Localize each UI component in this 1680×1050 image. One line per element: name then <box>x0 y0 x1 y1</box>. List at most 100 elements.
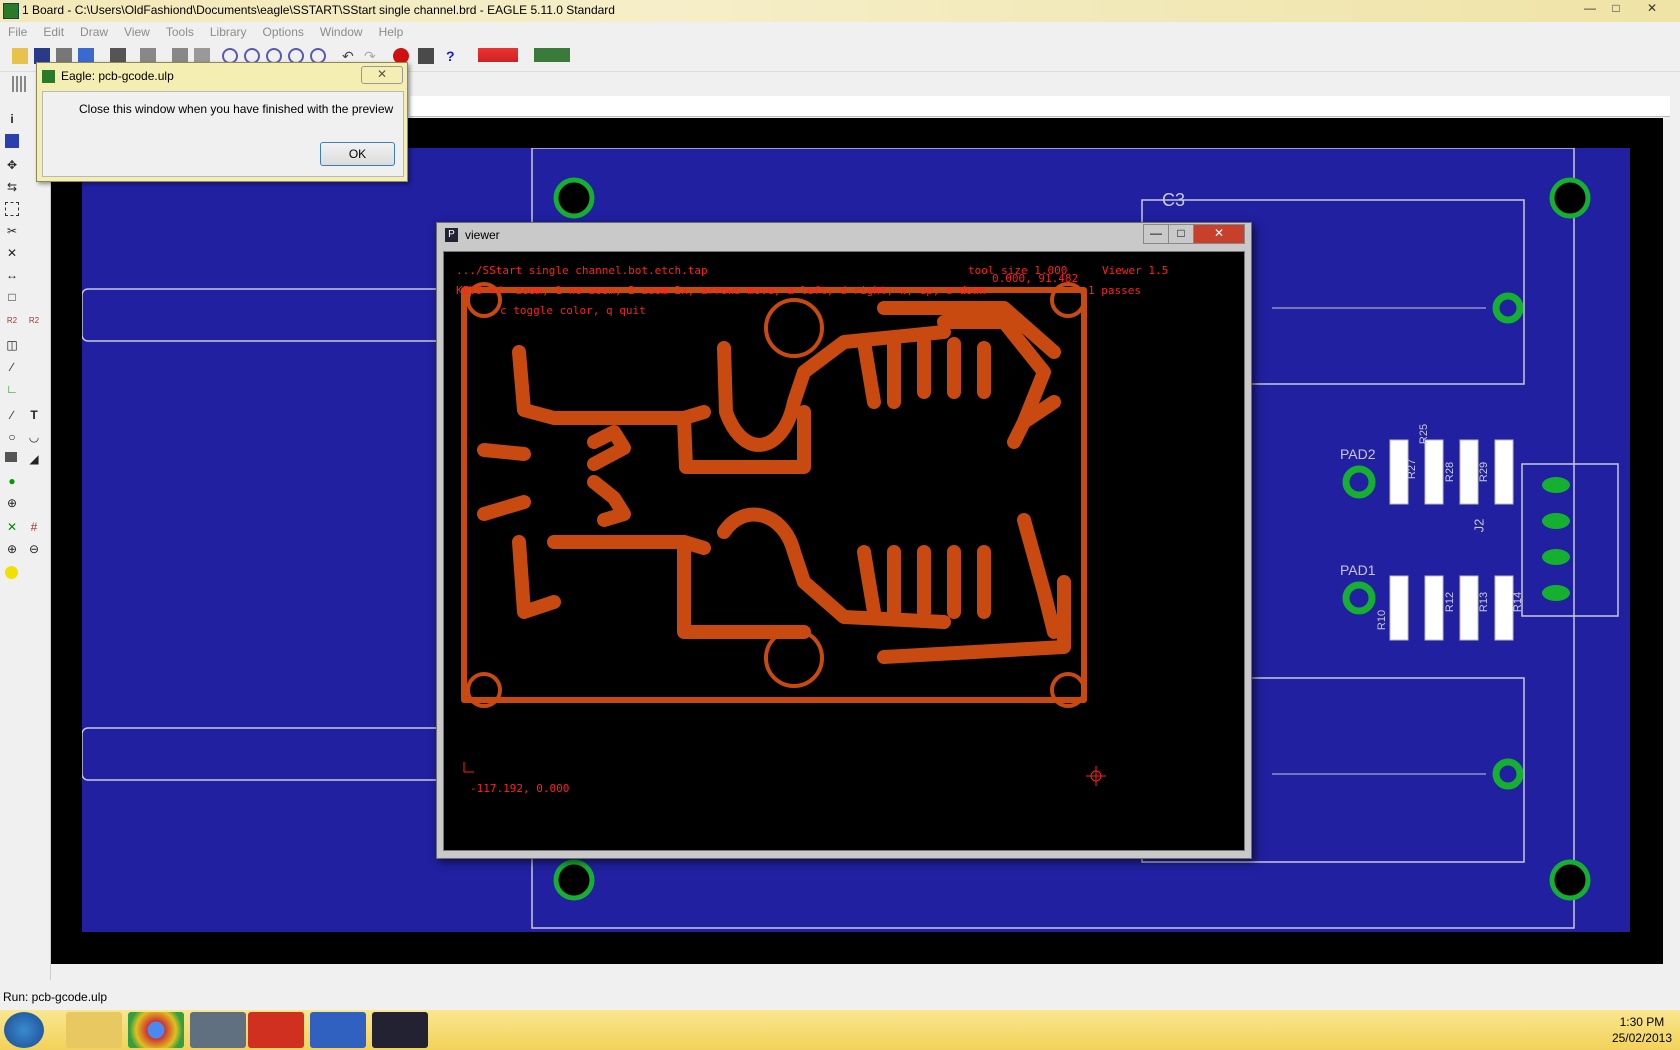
label-r14: R14 <box>1512 591 1525 613</box>
viewer-minimize-button[interactable]: — <box>1143 224 1169 244</box>
chrome-taskbar-icon[interactable] <box>128 1012 184 1048</box>
processing-taskbar-icon[interactable] <box>372 1012 428 1048</box>
ratsnest-icon[interactable]: ✕ <box>5 520 19 534</box>
label-c3: C3 <box>1162 190 1186 210</box>
dialog-body: Close this window when you have finished… <box>42 91 404 177</box>
pcb-gcode-dialog: Eagle: pcb-gcode.ulp ✕ Close this window… <box>36 62 408 182</box>
viewer-coord-bottom: -117.192, 0.000 <box>470 782 570 795</box>
miter-icon[interactable]: ∕ <box>5 360 19 374</box>
status-bar: Run: pcb-gcode.ulp <box>0 980 1680 1010</box>
menu-edit[interactable]: Edit <box>35 22 72 39</box>
label-r27: R27 <box>1406 458 1419 480</box>
label-j2: J2 <box>1471 518 1487 533</box>
minimize-button[interactable]: — <box>1578 1 1602 17</box>
circle-icon[interactable]: ○ <box>5 430 19 444</box>
menu-view[interactable]: View <box>116 22 158 39</box>
eagle-dialog-icon <box>42 70 55 83</box>
label-r25: R25 <box>1418 423 1431 445</box>
label-r10: R10 <box>1376 609 1389 631</box>
window-title: 1 Board - C:\Users\OldFashiond\Documents… <box>22 3 615 17</box>
restore-button[interactable]: □ <box>1604 1 1628 17</box>
go-icon[interactable] <box>418 48 434 64</box>
status-text: Run: pcb-gcode.ulp <box>3 990 108 1004</box>
label-r13: R13 <box>1478 591 1491 613</box>
eagle-taskbar-icon[interactable] <box>248 1012 304 1048</box>
grid-toggle-icon[interactable] <box>12 76 28 92</box>
menu-file[interactable]: File <box>0 22 35 39</box>
label-r12: R12 <box>1444 591 1457 613</box>
lock-icon[interactable]: □ <box>5 290 19 304</box>
viewer-keys-line2: c toggle color, q quit <box>500 304 646 317</box>
autorouter-icon[interactable]: # <box>27 520 41 534</box>
menu-library[interactable]: Library <box>202 22 255 39</box>
info-icon[interactable]: i <box>5 112 19 126</box>
group-icon[interactable] <box>5 202 19 216</box>
move-icon[interactable]: ✥ <box>5 158 19 172</box>
menu-help[interactable]: Help <box>371 22 412 39</box>
mirror-icon[interactable]: ⇆ <box>5 180 19 194</box>
drc-icon[interactable]: ⊕ <box>5 542 19 556</box>
open-icon[interactable] <box>12 48 28 64</box>
menu-tools[interactable]: Tools <box>158 22 202 39</box>
wire-icon[interactable]: ∕ <box>5 408 19 422</box>
add-icon[interactable]: ↔ <box>5 268 19 282</box>
menu-options[interactable]: Options <box>255 22 312 39</box>
explorer-taskbar-icon[interactable] <box>66 1012 122 1048</box>
warning-icon[interactable] <box>5 566 18 579</box>
dialog-title: Eagle: pcb-gcode.ulp <box>61 69 174 83</box>
viewer-close-button[interactable]: ✕ <box>1193 224 1245 244</box>
viewer-window: P viewer — □ ✕ .../SStart single channel… <box>436 222 1252 859</box>
text-icon[interactable]: T <box>27 408 41 422</box>
via-icon[interactable]: ● <box>5 474 19 488</box>
menu-bar: File Edit Draw View Tools Library Options Windo… <box>0 22 1680 42</box>
label-r29: R29 <box>1478 461 1491 483</box>
rect-icon[interactable] <box>5 452 17 462</box>
tool-palette: i ✥ ⇆ ✂ ✕ ↔ □ R2 R2 ◫ ∕ ∟ ∕ T ○ ◡ ◢ ● ⊕ … <box>0 98 51 980</box>
polygon-icon[interactable]: ◢ <box>27 452 41 466</box>
horizontal-scrollbar[interactable] <box>51 964 1663 980</box>
viewer-passes: 1 passes <box>1088 284 1141 297</box>
tool-taskbar-icon[interactable] <box>190 1012 246 1048</box>
eagle-app-icon <box>3 3 19 19</box>
app-taskbar-icon[interactable] <box>310 1012 366 1048</box>
route-icon[interactable]: ∟ <box>5 382 19 396</box>
smash-icon[interactable]: ◫ <box>5 338 19 352</box>
start-button[interactable] <box>4 1012 44 1048</box>
dialog-close-button[interactable]: ✕ <box>361 66 403 84</box>
display-icon[interactable] <box>5 134 19 148</box>
value-icon[interactable]: R2 <box>27 314 41 328</box>
arc-icon[interactable]: ◡ <box>27 430 41 444</box>
label-pad1: PAD1 <box>1340 562 1376 578</box>
help-icon[interactable]: ? <box>446 48 462 64</box>
gcode-preview <box>461 282 1106 786</box>
delete-icon[interactable]: ✕ <box>5 246 19 260</box>
title-bar: 1 Board - C:\Users\OldFashiond\Documents… <box>0 0 1680 22</box>
viewer-file-line: .../SStart single channel.bot.etch.tap <box>456 264 708 277</box>
label-r28: R28 <box>1444 461 1457 483</box>
vertical-scrollbar[interactable] <box>1663 118 1680 964</box>
hole-icon[interactable]: ⊕ <box>5 496 19 510</box>
errors-icon[interactable]: ⊖ <box>27 542 41 556</box>
dialog-message: Close this window when you have finished… <box>79 102 394 116</box>
viewer-maximize-button[interactable]: □ <box>1168 224 1194 244</box>
menu-draw[interactable]: Draw <box>72 22 116 39</box>
pcb-quote-icon[interactable] <box>534 48 570 62</box>
menu-window[interactable]: Window <box>312 22 371 39</box>
viewer-keys-line1: KEYS +/- zoom, 1 no zoom, 2 zoom 2x, arr… <box>456 284 986 297</box>
viewer-coord-top: 0.000, 91.482 <box>992 272 1079 285</box>
taskbar: 1:30 PM 25/02/2013 <box>0 1010 1680 1050</box>
name-icon[interactable]: R2 <box>5 314 19 328</box>
command-line[interactable] <box>410 96 1670 117</box>
label-pad2: PAD2 <box>1340 446 1376 462</box>
clock[interactable]: 1:30 PM 25/02/2013 <box>1612 1014 1672 1046</box>
ok-button[interactable]: OK <box>320 142 395 166</box>
design-link-icon[interactable] <box>478 48 518 62</box>
viewer-title: viewer <box>465 228 500 242</box>
close-button[interactable]: ✕ <box>1632 1 1672 17</box>
clock-time: 1:30 PM <box>1619 1015 1665 1029</box>
viewer-version: Viewer 1.5 <box>1102 264 1169 277</box>
processing-icon: P <box>445 228 458 242</box>
viewer-screen[interactable]: .../SStart single channel.bot.etch.tap t… <box>443 251 1245 851</box>
cut-icon[interactable]: ✂ <box>5 224 19 238</box>
clock-date: 25/02/2013 <box>1611 1031 1672 1045</box>
